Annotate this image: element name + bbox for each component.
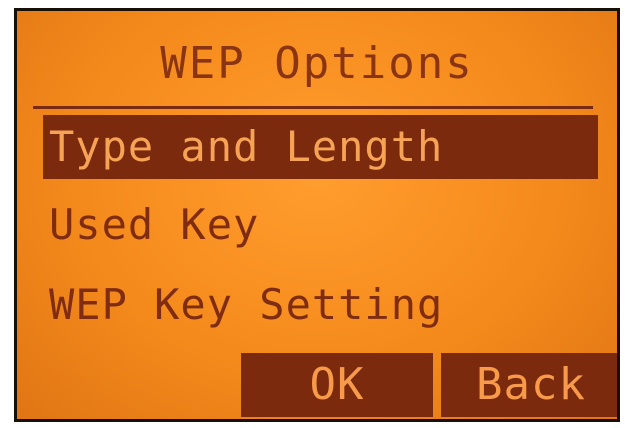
menu-item-wep-key-setting[interactable]: WEP Key Setting bbox=[49, 277, 443, 333]
device-bezel: WEP Options Type and Length Used Key WEP… bbox=[0, 0, 625, 428]
ok-softkey[interactable]: OK bbox=[241, 353, 433, 417]
menu-item-type-and-length[interactable]: Type and Length bbox=[43, 115, 598, 179]
lcd-screen: WEP Options Type and Length Used Key WEP… bbox=[14, 8, 620, 422]
back-softkey[interactable]: Back bbox=[441, 353, 617, 417]
screen-title: WEP Options bbox=[160, 38, 474, 89]
title-divider bbox=[33, 106, 593, 109]
menu-item-used-key[interactable]: Used Key bbox=[49, 197, 259, 253]
